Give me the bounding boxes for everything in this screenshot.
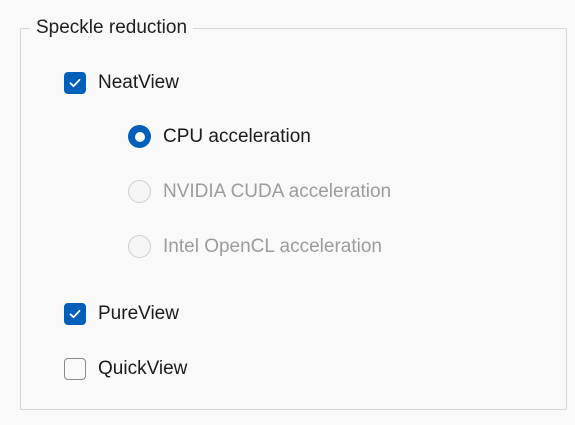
cuda-acceleration-radio-option: NVIDIA CUDA acceleration xyxy=(128,180,391,203)
opencl-acceleration-radio xyxy=(128,235,151,258)
radio-selected-dot-icon xyxy=(134,131,145,142)
quickview-checkbox-option[interactable]: QuickView xyxy=(64,358,187,380)
neatview-checkbox-option[interactable]: NeatView xyxy=(64,72,179,94)
opencl-acceleration-label: Intel OpenCL acceleration xyxy=(163,235,382,257)
cpu-acceleration-label: CPU acceleration xyxy=(163,125,311,147)
check-mark-icon xyxy=(69,309,81,319)
neatview-label: NeatView xyxy=(98,72,179,93)
pureview-checkbox-option[interactable]: PureView xyxy=(64,303,179,325)
cpu-acceleration-radio-option[interactable]: CPU acceleration xyxy=(128,125,311,148)
cuda-acceleration-label: NVIDIA CUDA acceleration xyxy=(163,180,392,202)
group-title: Speckle reduction xyxy=(30,17,194,39)
opencl-acceleration-radio-option: Intel OpenCL acceleration xyxy=(128,235,382,258)
pureview-checkbox[interactable] xyxy=(64,303,86,325)
pureview-label: PureView xyxy=(98,303,179,324)
speckle-reduction-panel: Speckle reduction NeatView CPU accelerat… xyxy=(0,0,575,425)
quickview-label: QuickView xyxy=(98,358,188,379)
cpu-acceleration-radio[interactable] xyxy=(128,125,151,148)
neatview-checkbox[interactable] xyxy=(64,72,86,94)
check-mark-icon xyxy=(69,78,81,88)
quickview-checkbox[interactable] xyxy=(64,358,86,380)
cuda-acceleration-radio xyxy=(128,180,151,203)
